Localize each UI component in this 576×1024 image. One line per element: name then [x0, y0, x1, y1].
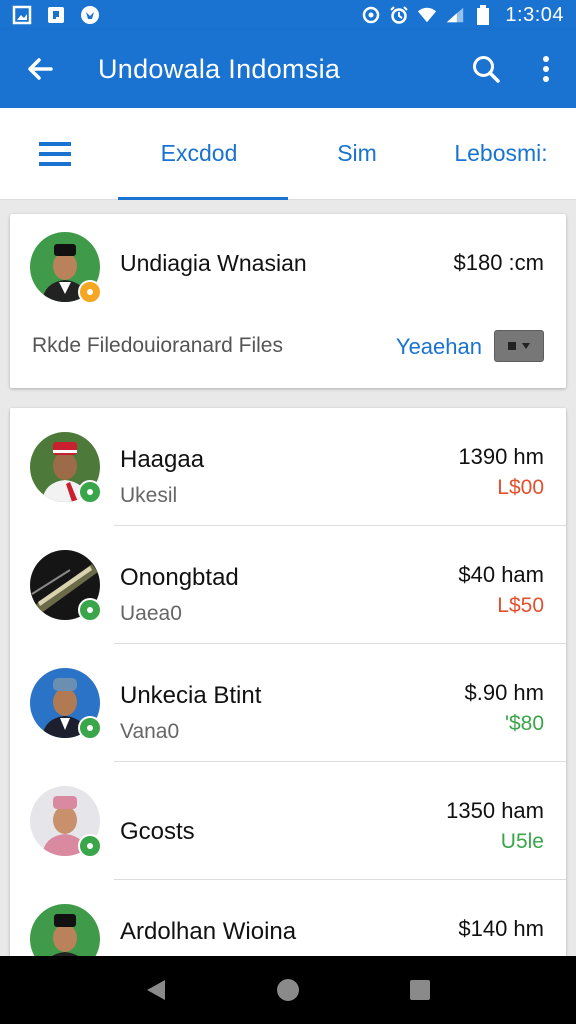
system-nav-bar	[0, 956, 576, 1024]
status-badge	[78, 480, 102, 504]
item-subtitle: Uaea0	[120, 602, 182, 625]
search-icon	[473, 56, 500, 83]
triangle-back-icon	[147, 980, 165, 1000]
item-status: U5le	[500, 830, 544, 853]
item-subtitle: Vana0	[120, 720, 180, 743]
list-item[interactable]: Onongbtad Uaea0 $40 ham L$50	[10, 526, 566, 644]
account-name: Undiagia Wnasian	[120, 250, 307, 276]
item-name: Ardolhan Wioina	[120, 918, 297, 945]
check-icon	[87, 725, 93, 731]
list-item[interactable]: Haagaa Ukesil 1390 hm L$00	[10, 408, 566, 526]
list-item[interactable]: Ardolhan Wioina $140 hm	[10, 880, 566, 968]
item-status: L$50	[497, 594, 544, 617]
avatar	[30, 786, 102, 858]
battery-icon	[473, 5, 493, 25]
check-icon	[87, 843, 93, 849]
status-badge	[78, 716, 102, 740]
status-badge	[78, 834, 102, 858]
tab-sim[interactable]: Sim	[288, 108, 426, 200]
status-time: 1:3:04	[505, 3, 564, 26]
item-amount: 1350 ham	[446, 798, 544, 823]
item-amount: 1390 hm	[458, 444, 544, 469]
view-link[interactable]: Yeaehan	[396, 334, 482, 360]
chevron-down-icon	[522, 343, 530, 349]
search-button[interactable]	[456, 30, 516, 108]
item-status: L$00	[497, 476, 544, 499]
item-name: Unkecia Btint	[120, 682, 262, 709]
check-icon	[87, 489, 93, 495]
more-vert-icon	[543, 56, 549, 82]
dropdown-button[interactable]	[494, 330, 544, 362]
alarm-icon	[389, 5, 409, 25]
wifi-icon	[417, 5, 437, 25]
app-notification-icon	[46, 5, 66, 25]
item-status: '$80	[504, 712, 544, 735]
image-notification-icon	[12, 5, 32, 25]
signal-icon	[445, 5, 465, 25]
page-title: Undowala Indomsia	[98, 53, 341, 84]
transaction-list: Haagaa Ukesil 1390 hm L$00 Onongbtad Uae…	[10, 408, 566, 968]
more-options-button[interactable]	[516, 30, 576, 108]
circle-home-icon	[277, 979, 299, 1001]
avatar	[30, 232, 102, 304]
item-name: Haagaa	[120, 446, 205, 473]
status-bar: 1:3:04	[0, 0, 576, 30]
item-amount: $.90 hm	[464, 680, 545, 705]
app-bar: Undowala Indomsia	[0, 30, 576, 108]
menu-button[interactable]	[0, 108, 110, 200]
item-name: Onongbtad	[120, 564, 239, 591]
avatar	[30, 432, 102, 504]
avatar	[30, 668, 102, 740]
avatar	[30, 550, 102, 622]
square-recents-icon	[410, 980, 430, 1000]
item-amount: $40 ham	[458, 562, 544, 587]
status-badge	[78, 280, 102, 304]
tab-excdod[interactable]: Excdod	[110, 108, 288, 200]
square-icon	[508, 342, 516, 350]
item-name: Gcosts	[120, 818, 195, 845]
item-amount: $140 hm	[458, 916, 544, 941]
list-item[interactable]: Gcosts 1350 ham U5le	[10, 762, 566, 880]
tab-lebosmi[interactable]: Lebosmi:	[426, 108, 576, 200]
star-icon	[87, 289, 93, 295]
tab-bar: Excdod Sim Lebosmi:	[0, 108, 576, 200]
item-subtitle: Ukesil	[120, 484, 178, 507]
list-item[interactable]: Unkecia Btint Vana0 $.90 hm '$80	[10, 644, 566, 762]
shield-notification-icon	[80, 5, 100, 25]
summary-card[interactable]: Undiagia Wnasian $180 :cm Rkde Filedouio…	[10, 214, 566, 388]
arrow-back-icon	[28, 58, 53, 80]
back-button[interactable]	[0, 30, 80, 108]
nav-home-button[interactable]	[268, 970, 308, 1010]
nav-recents-button[interactable]	[400, 970, 440, 1010]
hamburger-menu-icon	[39, 141, 71, 166]
account-subtitle: Rkde Filedouioranard Files	[32, 334, 283, 357]
account-amount: $180 :cm	[453, 250, 545, 275]
sync-icon	[361, 5, 381, 25]
status-badge	[78, 598, 102, 622]
nav-back-button[interactable]	[136, 970, 176, 1010]
check-icon	[87, 607, 93, 613]
